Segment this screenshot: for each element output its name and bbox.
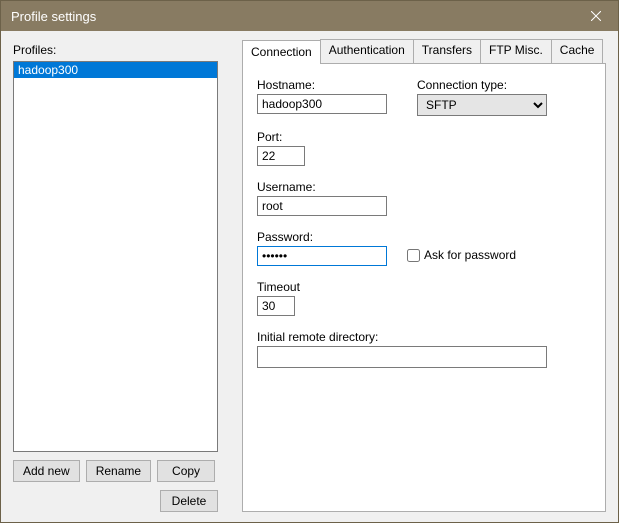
- tab-strip: Connection Authentication Transfers FTP …: [242, 39, 606, 63]
- window-close-button[interactable]: [573, 1, 618, 31]
- connection-type-label: Connection type:: [417, 78, 547, 92]
- timeout-input[interactable]: [257, 296, 295, 316]
- password-input[interactable]: [257, 246, 387, 266]
- close-icon: [591, 11, 601, 21]
- hostname-label: Hostname:: [257, 78, 387, 92]
- ask-password-checkbox[interactable]: [407, 249, 420, 262]
- tab-content-connection: Hostname: Connection type: SFTP Port:: [242, 63, 606, 512]
- profile-buttons-row2: Delete: [13, 490, 218, 512]
- tab-transfers[interactable]: Transfers: [413, 39, 481, 63]
- tab-authentication[interactable]: Authentication: [320, 39, 414, 63]
- settings-pane: Connection Authentication Transfers FTP …: [242, 39, 606, 512]
- profile-settings-window: Profile settings Profiles: hadoop300 Add…: [0, 0, 619, 523]
- rename-button[interactable]: Rename: [86, 460, 151, 482]
- initdir-label: Initial remote directory:: [257, 330, 591, 344]
- timeout-label: Timeout: [257, 280, 591, 294]
- hostname-input[interactable]: [257, 94, 387, 114]
- profiles-listbox[interactable]: hadoop300: [13, 61, 218, 452]
- profiles-pane: Profiles: hadoop300 Add new Rename Copy …: [13, 39, 218, 512]
- ask-password-row[interactable]: Ask for password: [407, 248, 516, 262]
- username-label: Username:: [257, 180, 591, 194]
- connection-type-select[interactable]: SFTP: [417, 94, 547, 116]
- add-new-button[interactable]: Add new: [13, 460, 80, 482]
- profiles-label: Profiles:: [13, 43, 218, 57]
- ask-password-label: Ask for password: [424, 248, 516, 262]
- profile-buttons-row1: Add new Rename Copy: [13, 460, 218, 482]
- copy-button[interactable]: Copy: [157, 460, 215, 482]
- delete-button[interactable]: Delete: [160, 490, 218, 512]
- tab-cache[interactable]: Cache: [551, 39, 604, 63]
- tab-connection[interactable]: Connection: [242, 40, 321, 64]
- titlebar: Profile settings: [1, 1, 618, 31]
- initdir-input[interactable]: [257, 346, 547, 368]
- username-input[interactable]: [257, 196, 387, 216]
- port-input[interactable]: [257, 146, 305, 166]
- password-label: Password:: [257, 230, 387, 244]
- window-title: Profile settings: [11, 9, 573, 24]
- window-body: Profiles: hadoop300 Add new Rename Copy …: [1, 31, 618, 522]
- list-item[interactable]: hadoop300: [14, 62, 217, 78]
- port-label: Port:: [257, 130, 591, 144]
- tab-ftp-misc[interactable]: FTP Misc.: [480, 39, 552, 63]
